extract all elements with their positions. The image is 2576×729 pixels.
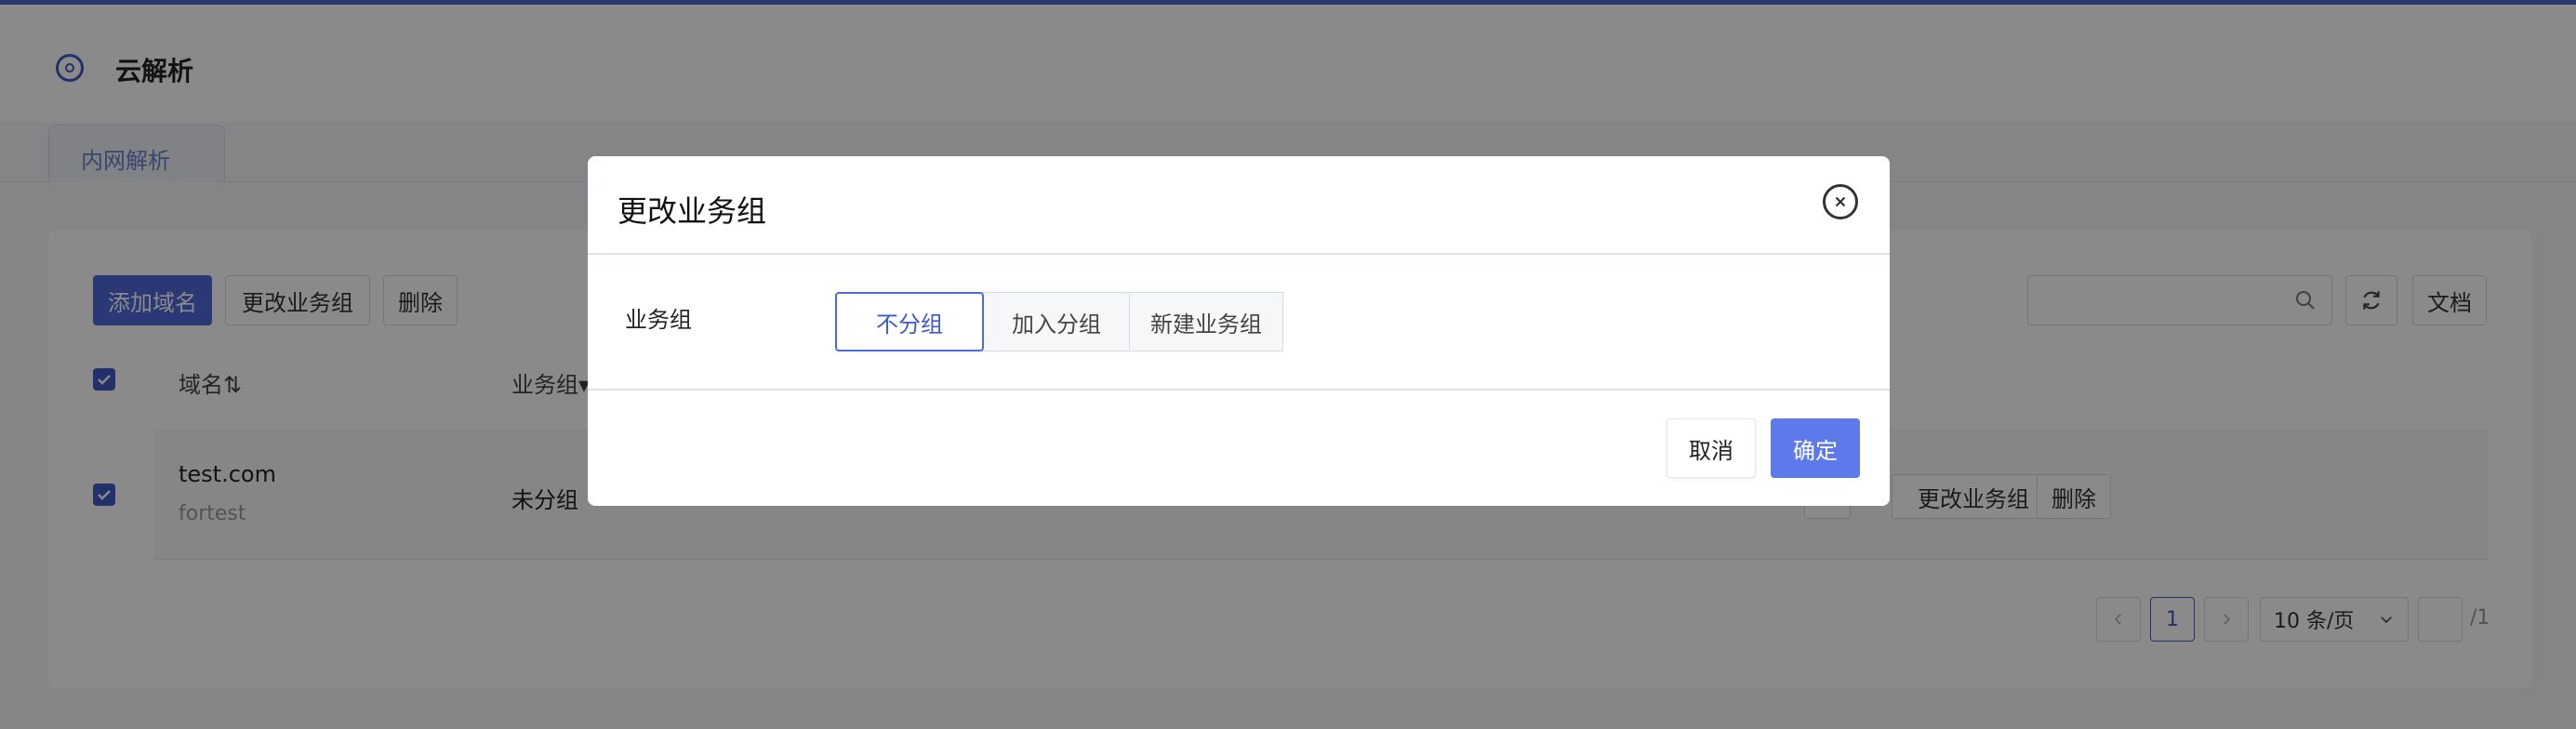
option-join-group[interactable]: 加入分组 xyxy=(982,292,1131,351)
cancel-button[interactable]: 取消 xyxy=(1666,418,1756,478)
confirm-button[interactable]: 确定 xyxy=(1771,418,1860,478)
group-field-label: 业务组 xyxy=(625,307,692,333)
divider xyxy=(588,389,1890,391)
option-no-group[interactable]: 不分组 xyxy=(835,292,984,351)
divider xyxy=(588,253,1890,255)
option-new-group[interactable]: 新建业务组 xyxy=(1129,292,1283,351)
dialog-title: 更改业务组 xyxy=(617,193,767,229)
change-group-dialog: 更改业务组 业务组 不分组 加入分组 新建业务组 取消 确定 xyxy=(588,156,1890,506)
close-icon xyxy=(1835,196,1846,207)
close-button[interactable] xyxy=(1823,184,1858,219)
